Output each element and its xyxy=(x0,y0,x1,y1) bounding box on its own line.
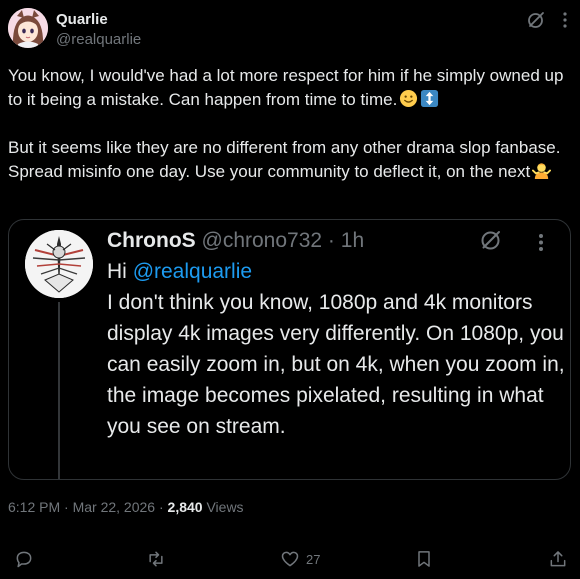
quoted-mention-link[interactable]: @realquarlie xyxy=(133,260,252,283)
quoted-post-text: Hi @realquarlie I don't think you know, … xyxy=(107,256,567,442)
quoted-display-name[interactable]: ChronoS xyxy=(107,229,196,252)
post-timestamp[interactable]: 6:12 PM · Mar 22, 2026 · xyxy=(8,499,164,515)
quoted-grok-icon[interactable] xyxy=(479,228,503,252)
views-count: 2,840 xyxy=(167,499,203,515)
bookmark-icon xyxy=(418,551,430,567)
quoted-handle[interactable]: @chrono732 xyxy=(202,229,323,252)
reply-button[interactable] xyxy=(14,548,40,570)
quoted-separator: · xyxy=(327,229,335,252)
share-button[interactable] xyxy=(548,548,568,570)
heart-icon xyxy=(281,551,299,567)
quoted-author-avatar[interactable] xyxy=(25,230,93,298)
more-options-icon[interactable] xyxy=(556,10,574,30)
author-handle[interactable]: @realquarlie xyxy=(56,31,141,48)
mecha-avatar-icon xyxy=(25,230,93,298)
quoted-post-header: ChronoS @chrono732 · 1h xyxy=(107,226,364,256)
repost-icon xyxy=(149,551,163,567)
quoted-post[interactable]: ChronoS @chrono732 · 1h Hi @realquarlie … xyxy=(8,219,571,480)
up-down-arrow-emoji-icon xyxy=(421,89,439,108)
slightly-smiling-face-emoji-icon xyxy=(400,89,418,108)
quoted-time[interactable]: 1h xyxy=(341,229,364,252)
post-paragraph-2: But it seems like they are no different … xyxy=(8,138,561,181)
like-count: 27 xyxy=(306,551,321,567)
like-button[interactable]: 27 xyxy=(280,548,320,570)
post-card: Quarlie @realquarlie You know, I would'v… xyxy=(0,0,580,579)
anime-avatar-icon xyxy=(8,8,48,48)
bookmark-button[interactable] xyxy=(414,548,440,570)
reply-icon xyxy=(16,551,32,568)
grok-icon[interactable] xyxy=(526,10,546,30)
author-avatar[interactable] xyxy=(8,8,48,48)
thread-line xyxy=(58,302,60,479)
repost-button[interactable] xyxy=(146,548,172,570)
person-shrugging-emoji-icon xyxy=(532,163,552,180)
quoted-more-options-icon[interactable] xyxy=(533,230,549,254)
quoted-body: I don't think you know, 1080p and 4k mon… xyxy=(107,291,565,438)
post-meta: 6:12 PM · Mar 22, 2026 · 2,840 Views xyxy=(8,499,244,515)
quoted-greeting: Hi xyxy=(107,260,127,283)
author-display-name[interactable]: Quarlie xyxy=(56,11,108,28)
action-bar: 27 xyxy=(0,546,580,574)
post-paragraph-1: You know, I would've had a lot more resp… xyxy=(8,66,564,109)
post-text: You know, I would've had a lot more resp… xyxy=(8,64,570,184)
share-icon xyxy=(550,551,566,567)
views-label: Views xyxy=(206,499,244,515)
